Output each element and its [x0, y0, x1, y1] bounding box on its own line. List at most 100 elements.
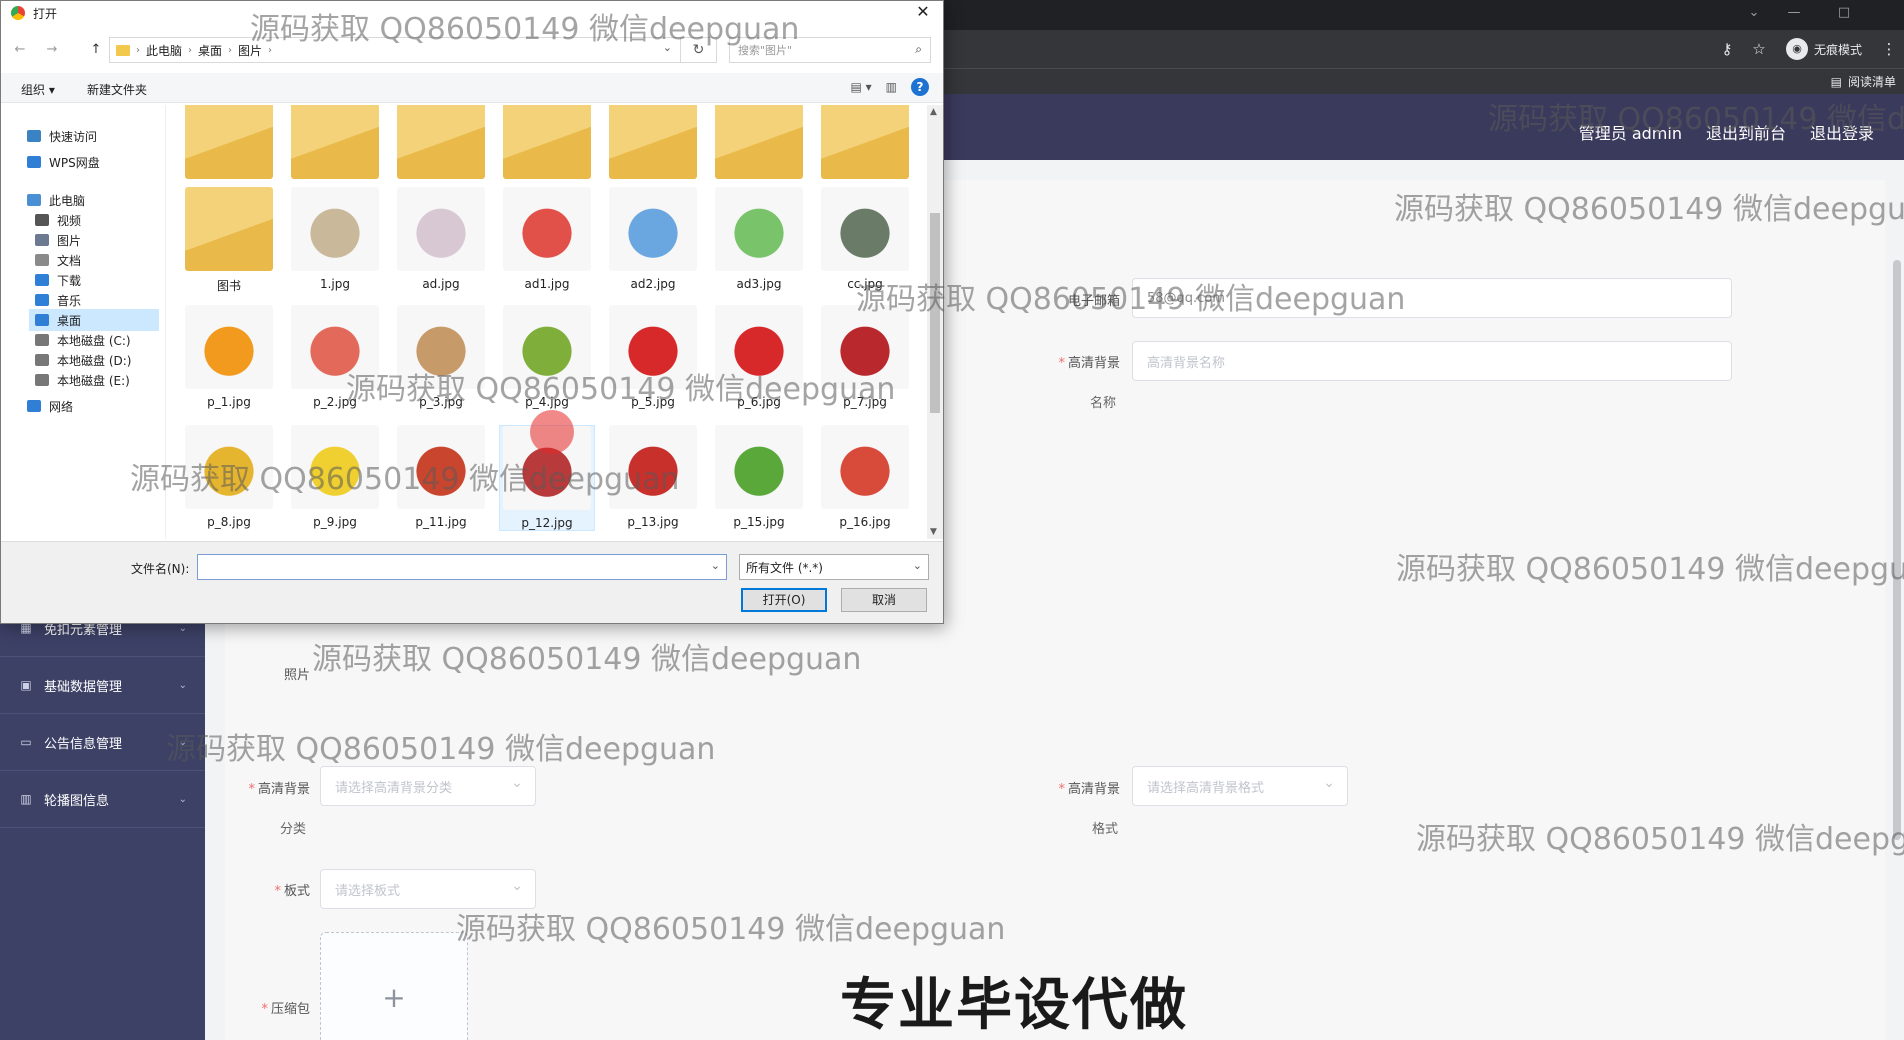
- disk-d-icon: [35, 354, 49, 366]
- nav-item-this-pc[interactable]: 此电脑: [27, 189, 85, 211]
- file-list-scrollbar[interactable]: ▲ ▼: [927, 105, 943, 539]
- sidebar-item-announcements[interactable]: ▭ 公告信息管理 ⌄: [0, 714, 205, 771]
- file-item[interactable]: ad3.jpg: [711, 187, 807, 291]
- nav-item-label: 视频: [57, 213, 82, 228]
- bg-format-select[interactable]: 请选择高清背景格式: [1132, 766, 1348, 806]
- file-item[interactable]: cc.jpg: [817, 187, 913, 291]
- nav-item-videos[interactable]: 视频: [35, 209, 81, 231]
- filename-input[interactable]: ⌄: [197, 554, 727, 580]
- tab-list-button[interactable]: ⌄: [1734, 2, 1774, 24]
- chevron-down-icon[interactable]: ⌄: [663, 41, 672, 54]
- file-item[interactable]: 图书: [181, 187, 277, 294]
- file-item[interactable]: ad.jpg: [393, 187, 489, 291]
- back-arrow-icon[interactable]: ←: [9, 39, 31, 61]
- nav-item-music[interactable]: 音乐: [35, 289, 81, 311]
- page-scrollbar-thumb[interactable]: [1893, 260, 1901, 840]
- help-icon[interactable]: ?: [911, 78, 929, 96]
- back-to-front-link[interactable]: 退出到前台: [1706, 120, 1786, 144]
- scroll-up-icon[interactable]: ▲: [930, 107, 937, 117]
- chevron-down-icon[interactable]: ⌄: [711, 559, 720, 572]
- file-item[interactable]: p_8.jpg: [181, 425, 277, 529]
- file-item[interactable]: p_9.jpg: [287, 425, 383, 529]
- file-item[interactable]: p_15.jpg: [711, 425, 807, 529]
- bg-category-select[interactable]: 请选择高清背景分类: [320, 766, 536, 806]
- file-item[interactable]: p_3.jpg: [393, 305, 489, 409]
- chevron-down-icon: ⌄: [178, 793, 187, 805]
- file-name: ad.jpg: [422, 277, 460, 291]
- preview-pane-icon[interactable]: ▥: [886, 80, 897, 94]
- promo-banner: 专业毕设代做: [840, 973, 1188, 1038]
- image-icon: ▥: [20, 792, 32, 806]
- view-options-icon[interactable]: ▤ ▾: [850, 80, 871, 94]
- chevron-right-icon: ›: [136, 44, 140, 56]
- archive-upload-button[interactable]: +: [320, 932, 468, 1040]
- folder-icon: [185, 187, 273, 271]
- maximize-button[interactable]: □: [1824, 2, 1864, 24]
- nav-item-quick-access[interactable]: 快速访问: [27, 125, 97, 147]
- wps-drive-icon: [27, 156, 41, 168]
- nav-item-network[interactable]: 网络: [27, 395, 73, 417]
- incognito-indicator[interactable]: ◉ 无痕模式: [1786, 36, 1862, 62]
- logout-link[interactable]: 退出登录: [1810, 120, 1874, 144]
- file-list-scroll-thumb[interactable]: [930, 213, 940, 413]
- sidebar-item-carousel[interactable]: ▥ 轮播图信息 ⌄: [0, 771, 205, 828]
- nav-item-documents[interactable]: 文档: [35, 249, 81, 271]
- image-thumbnail: [397, 305, 485, 389]
- folder-icon: [821, 105, 909, 179]
- file-name: p_15.jpg: [733, 515, 785, 529]
- bookmark-star-icon[interactable]: ☆: [1748, 38, 1770, 60]
- file-item[interactable]: 1.jpg: [287, 187, 383, 291]
- breadcrumb-this-pc[interactable]: 此电脑: [146, 42, 182, 59]
- email-label: 电子邮箱: [1067, 294, 1120, 309]
- address-bar[interactable]: › 此电脑 › 桌面 › 图片 › ⌄: [109, 37, 681, 63]
- close-icon[interactable]: ✕: [903, 1, 943, 25]
- nav-item-disk-e[interactable]: 本地磁盘 (E:): [35, 369, 130, 391]
- search-icon: ⌕: [915, 42, 922, 56]
- comment-icon: ▭: [20, 735, 32, 749]
- dialog-bottom-pane: 文件名(N): ⌄ 所有文件 (*.*) ⌄ 打开(O) 取消: [1, 541, 943, 623]
- organize-button[interactable]: 组织 ▾: [21, 81, 55, 98]
- email-field[interactable]: 58@qq.com: [1132, 278, 1732, 318]
- filetype-select[interactable]: 所有文件 (*.*) ⌄: [739, 554, 929, 580]
- nav-item-disk-d[interactable]: 本地磁盘 (D:): [35, 349, 131, 371]
- sidebar-item-basic-data[interactable]: ▣ 基础数据管理 ⌄: [0, 657, 205, 714]
- file-item[interactable]: p_11.jpg: [393, 425, 489, 529]
- cancel-button[interactable]: 取消: [841, 588, 927, 612]
- layout-label: * 板式: [274, 884, 310, 899]
- file-item[interactable]: p_16.jpg: [817, 425, 913, 529]
- nav-item-wps-drive[interactable]: WPS网盘: [27, 151, 100, 173]
- file-item[interactable]: p_2.jpg: [287, 305, 383, 409]
- admin-user-link[interactable]: 管理员 admin: [1579, 120, 1682, 144]
- file-item[interactable]: p_4.jpg: [499, 305, 595, 409]
- key-icon[interactable]: ⚷: [1716, 38, 1738, 60]
- layout-select[interactable]: 请选择板式: [320, 869, 536, 909]
- forward-arrow-icon[interactable]: →: [41, 39, 63, 61]
- file-item[interactable]: p_6.jpg: [711, 305, 807, 409]
- file-item[interactable]: p_7.jpg: [817, 305, 913, 409]
- refresh-icon[interactable]: ↻: [681, 37, 717, 63]
- scroll-down-icon[interactable]: ▼: [930, 527, 937, 537]
- bg-name-input[interactable]: 高清背景名称: [1132, 341, 1732, 381]
- file-item[interactable]: ad1.jpg: [499, 187, 595, 291]
- new-folder-button[interactable]: 新建文件夹: [87, 81, 147, 98]
- file-item[interactable]: p_1.jpg: [181, 305, 277, 409]
- nav-item-disk-c[interactable]: 本地磁盘 (C:): [35, 329, 131, 351]
- file-item[interactable]: p_13.jpg: [605, 425, 701, 529]
- file-item[interactable]: ad2.jpg: [605, 187, 701, 291]
- browser-menu-icon[interactable]: ⋮: [1878, 38, 1900, 60]
- open-button[interactable]: 打开(O): [741, 588, 827, 612]
- breadcrumb-pictures[interactable]: 图片: [238, 42, 262, 59]
- nav-item-desktop[interactable]: 桌面: [29, 309, 159, 331]
- up-arrow-icon[interactable]: ↑: [85, 39, 107, 61]
- breadcrumb-desktop[interactable]: 桌面: [198, 42, 222, 59]
- folder-icon: [185, 105, 273, 179]
- reading-list-button[interactable]: ▤ 阅读清单: [1831, 73, 1896, 90]
- file-item[interactable]: p_5.jpg: [605, 305, 701, 409]
- nav-item-pictures[interactable]: 图片: [35, 229, 81, 251]
- search-input[interactable]: 搜索"图片" ⌕: [729, 37, 931, 63]
- incognito-icon: ◉: [1786, 38, 1808, 60]
- minimize-button[interactable]: —: [1774, 2, 1814, 24]
- nav-item-downloads[interactable]: 下载: [35, 269, 81, 291]
- page-scrollbar[interactable]: [1892, 160, 1902, 1040]
- file-name: p_6.jpg: [737, 395, 781, 409]
